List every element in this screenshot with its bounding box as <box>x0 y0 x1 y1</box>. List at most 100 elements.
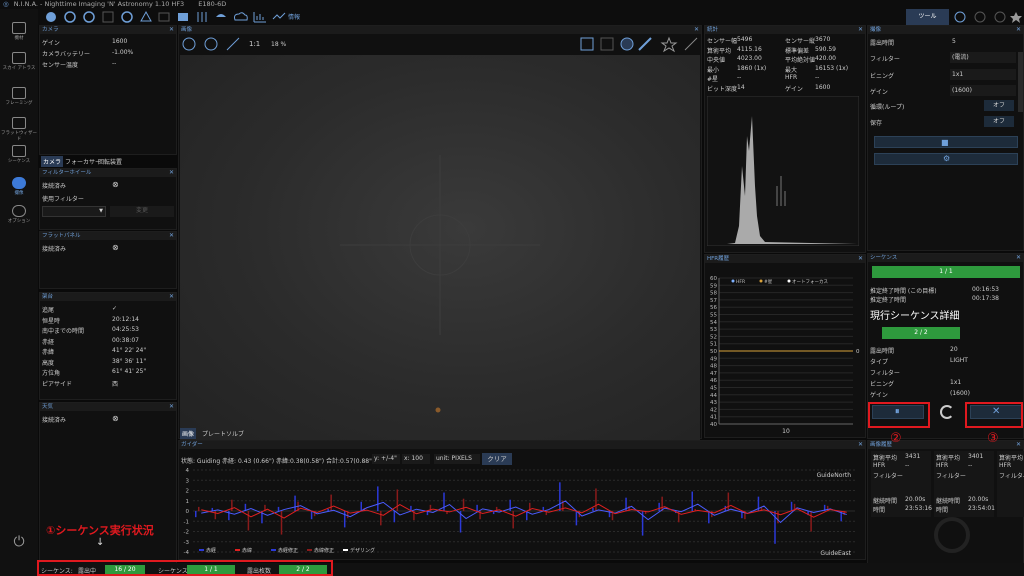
zoom-in-icon[interactable] <box>182 37 196 51</box>
battery-label: カメラバッテリー <box>42 51 90 58</box>
mount-row-label: 方位角 <box>42 370 61 377</box>
grid-icon[interactable] <box>580 37 594 51</box>
annotate-icon[interactable] <box>638 37 652 51</box>
sliders-icon[interactable] <box>197 12 207 22</box>
tab-image[interactable]: 画像 <box>180 428 197 439</box>
info-icon[interactable] <box>272 12 286 20</box>
nav-sequence[interactable]: シーケンス <box>0 145 38 164</box>
history-card[interactable]: 算術平均 HFR フィルタ- <box>997 451 1024 517</box>
tab-plate-solve[interactable]: プレートソルブ <box>200 428 246 439</box>
image-viewport[interactable] <box>180 55 700 440</box>
filter-select[interactable]: (電流) <box>950 52 1016 63</box>
rotator-icon[interactable] <box>121 11 133 23</box>
switch-icon[interactable] <box>178 13 188 21</box>
stretch-icon[interactable] <box>620 37 634 51</box>
guide-legend-label: 赤経 <box>206 547 216 554</box>
zoom-1to1-button[interactable]: 1:1 <box>249 40 260 48</box>
weather-icon[interactable] <box>234 12 248 21</box>
close-icon[interactable]: ✕ <box>169 169 174 177</box>
target-icon[interactable] <box>974 11 986 23</box>
exposure-value[interactable]: 5 <box>952 38 956 45</box>
stat-row-value: 1600 <box>815 83 831 91</box>
nav-framing[interactable]: フレーミング <box>0 87 38 106</box>
crosshair-icon[interactable] <box>600 37 614 51</box>
close-icon[interactable]: ✕ <box>169 232 174 240</box>
dome-icon[interactable] <box>216 14 226 17</box>
y-scale-select[interactable]: y: +/-4" <box>372 454 400 464</box>
star-detect-icon[interactable] <box>660 36 678 53</box>
panel-title: 架台 <box>42 294 54 300</box>
zoom-out-icon[interactable] <box>204 37 218 51</box>
filter-wheel-icon[interactable] <box>83 11 95 23</box>
settings-icon[interactable] <box>994 11 1006 23</box>
stat-row-label: ゲイン <box>785 85 803 93</box>
connect-all-icon[interactable] <box>46 12 56 22</box>
unit-select[interactable]: unit: PIXELS <box>434 454 480 464</box>
close-icon[interactable]: ✕ <box>858 441 863 449</box>
close-icon[interactable]: ✕ <box>169 293 174 301</box>
nav-equipment[interactable]: 機材 <box>0 22 38 41</box>
nav-options[interactable]: オプション <box>0 205 38 224</box>
dec-correction-bar <box>396 489 399 511</box>
change-filter-button[interactable]: 変更 <box>110 206 174 217</box>
filter-label: フィルター <box>870 56 900 63</box>
close-icon[interactable]: ✕ <box>858 26 863 34</box>
mount-row-value: 04:25:53 <box>112 326 139 333</box>
nav-sky-atlas[interactable]: スカイ アトラス <box>0 52 38 71</box>
save-label: 保存 <box>870 120 883 127</box>
live-button[interactable]: ⚙ <box>874 153 1018 165</box>
tab-tools[interactable]: ツール <box>906 9 949 25</box>
close-icon[interactable]: ✕ <box>169 26 174 34</box>
close-icon[interactable]: ✕ <box>694 26 699 34</box>
save-toggle[interactable]: オフ <box>984 116 1014 127</box>
close-icon[interactable]: ✕ <box>1016 441 1021 449</box>
loop-toggle[interactable]: オフ <box>984 100 1014 111</box>
nav-flat-wizard[interactable]: フラットウィザード <box>0 117 38 142</box>
filter-select[interactable]: ▼ <box>42 206 106 217</box>
history-hfr-label: HFR <box>936 462 949 469</box>
close-icon[interactable]: ✕ <box>1016 254 1021 262</box>
sequence-detail-title: 現行シーケンス詳細 <box>870 311 960 322</box>
camera-icon[interactable] <box>64 11 76 23</box>
toolbar-icons <box>46 10 286 23</box>
close-icon[interactable]: ✕ <box>858 255 863 263</box>
ra-correction-bar <box>476 504 478 511</box>
close-icon[interactable]: ✕ <box>169 403 174 411</box>
history-dur-label: 継続時間 <box>873 498 898 505</box>
capture-button[interactable]: ■ <box>874 136 1018 148</box>
guider-panel: ガイダー ✕ 状態: Guiding 赤経: 0.43 (0.66") 赤緯:0.… <box>178 440 866 560</box>
weather-panel: 天気 ✕ 接続済み ⊗ <box>39 402 177 572</box>
tab-rotator[interactable]: 回転装置 <box>96 156 124 167</box>
stat-row-label: ビット深度 <box>707 85 738 93</box>
device-tabs: カメラ フォーカサー 回転装置 <box>39 156 177 167</box>
gain-select[interactable]: (1600) <box>950 85 1016 96</box>
hfr-y-tick: 46 <box>710 378 717 384</box>
close-icon[interactable]: ✕ <box>1016 26 1021 34</box>
detail-progress: 2 / 2 <box>882 327 960 339</box>
x-scale-select[interactable]: x: 100 <box>402 454 430 464</box>
history-icon[interactable] <box>954 11 966 23</box>
scrollbar[interactable] <box>1018 52 1023 112</box>
power-icon[interactable]: ⏻ <box>0 534 38 550</box>
info-label[interactable]: 情報 <box>288 12 300 21</box>
panel-title: 撮像 <box>870 27 882 33</box>
history-card[interactable]: 算術平均 3431 HFR -- フィルター 継続時間 20.00s 時間 23:53:16 <box>871 451 932 517</box>
stat-row-label: #星 <box>707 76 719 83</box>
panel-title: シーケンス <box>870 255 898 261</box>
history-card[interactable]: 算術平均 3401 HFR -- フィルター 継続時間 20.00s 時間 23:54:01 <box>934 451 995 517</box>
telescope-icon[interactable] <box>684 37 698 51</box>
tab-camera[interactable]: カメラ <box>41 156 64 167</box>
star-icon[interactable] <box>1010 12 1022 23</box>
toolbar-right-icons <box>954 11 1022 23</box>
clear-button[interactable]: クリア <box>482 453 512 465</box>
fit-icon[interactable] <box>226 37 240 51</box>
hfr-legend-marker <box>787 279 791 283</box>
nav-imaging[interactable]: 撮像 <box>0 177 38 196</box>
guider-icon[interactable] <box>158 12 170 22</box>
chart-icon[interactable] <box>253 12 266 23</box>
focuser-icon[interactable] <box>102 11 114 23</box>
image-history-panel: 画像履歴 ✕ 算術平均 3431 HFR -- フィルター 継続時間 20.00s 時間 23:5… <box>867 440 1024 572</box>
ra-correction-bar <box>360 501 362 511</box>
telescope-icon[interactable] <box>140 10 152 22</box>
binning-select[interactable]: 1x1 <box>950 69 1016 80</box>
